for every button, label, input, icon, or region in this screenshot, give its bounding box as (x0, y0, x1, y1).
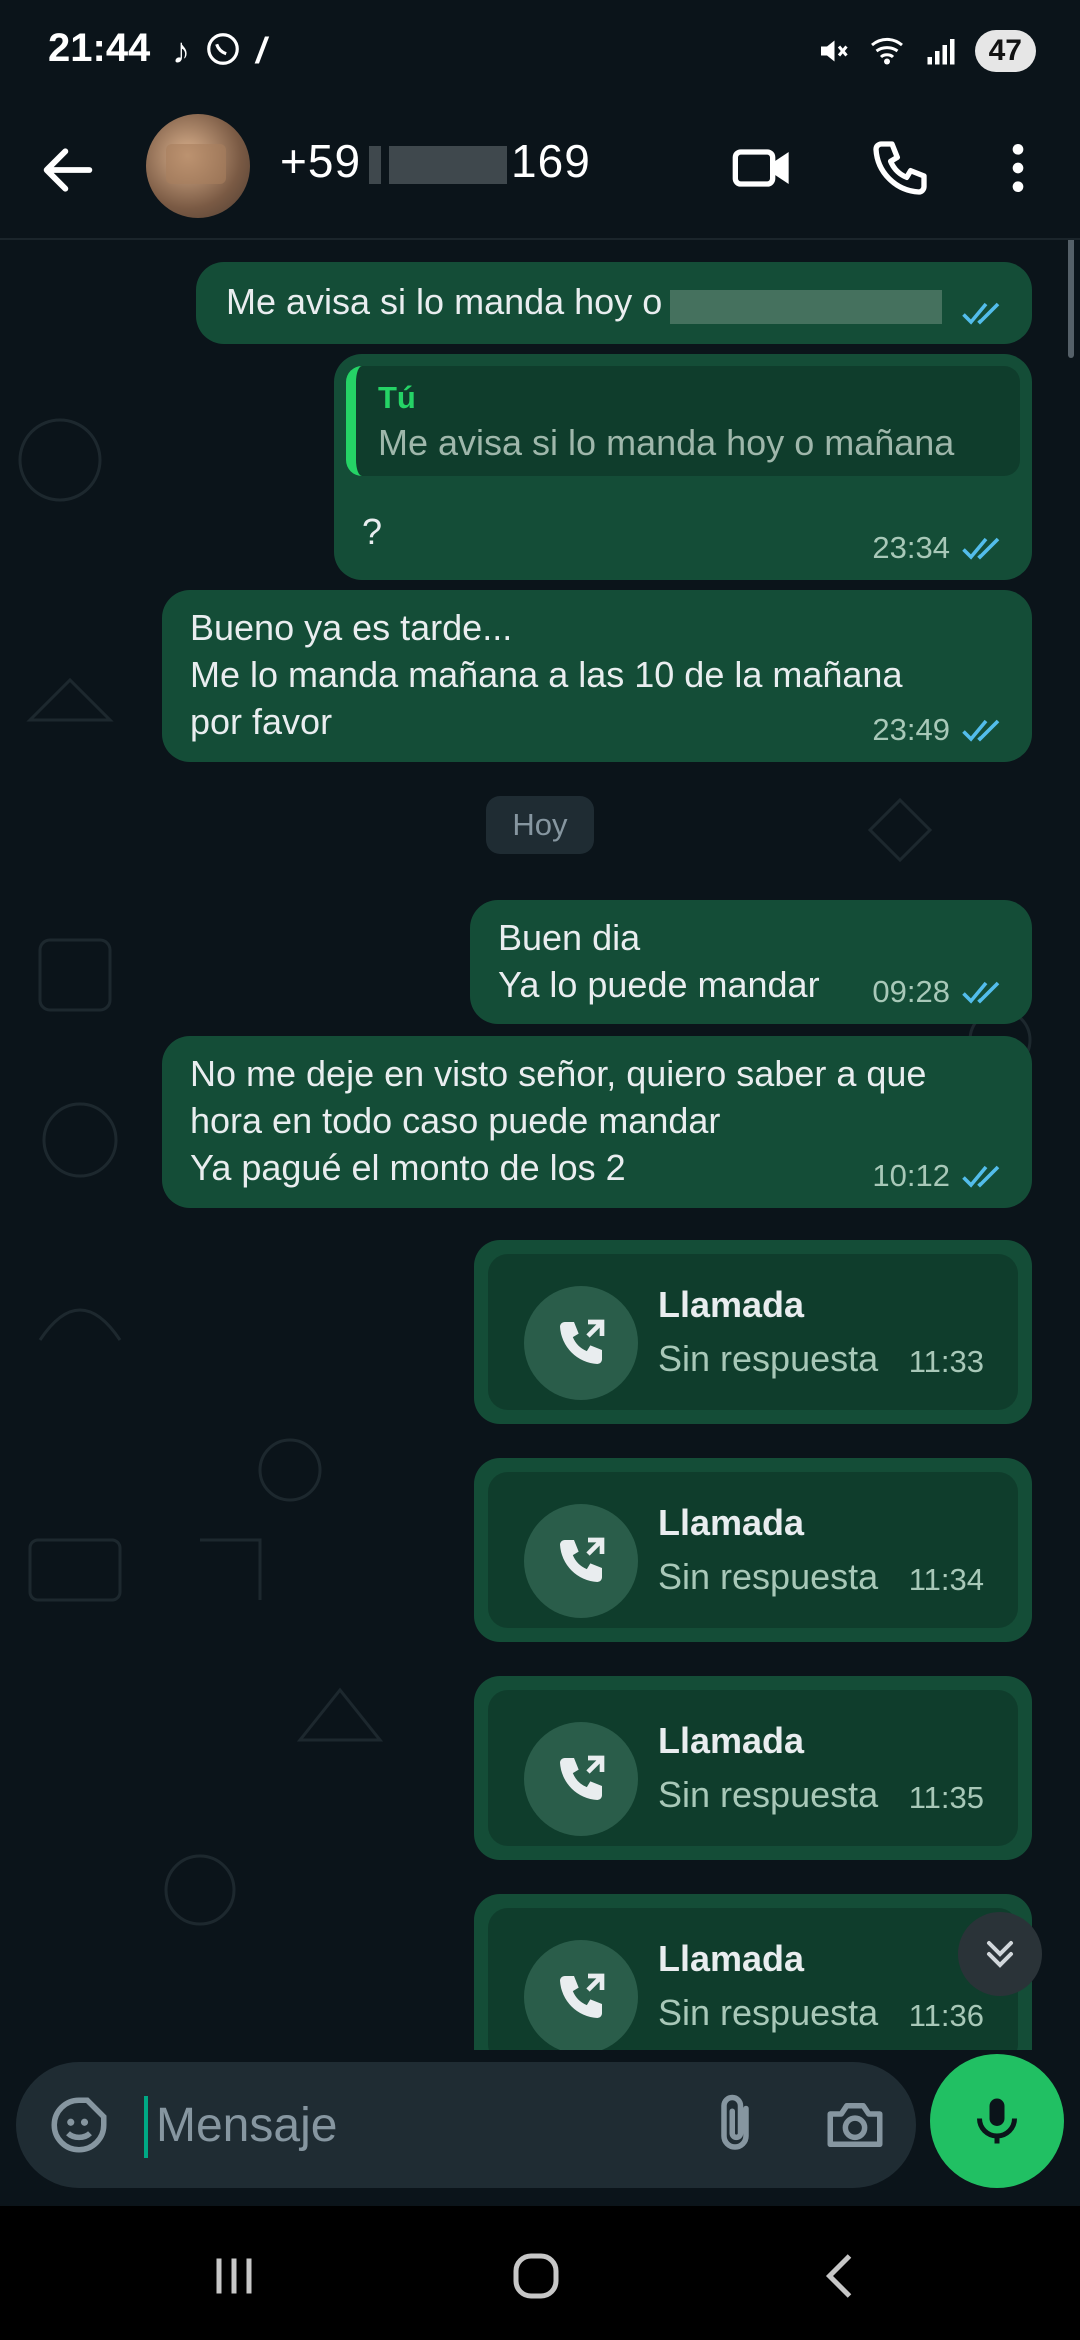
mute-icon (820, 40, 848, 62)
system-nav-bar (0, 2206, 1080, 2340)
message-meta: 23:34 (872, 530, 1006, 566)
more-options-icon[interactable] (986, 136, 1050, 200)
call-time: 11:33 (908, 1344, 984, 1379)
date-separator: Hoy (486, 796, 594, 854)
message-text: Buen dia Ya lo puede mandar (498, 917, 820, 1005)
recent-apps-icon[interactable] (204, 2246, 264, 2306)
message-meta: 09:28 (872, 974, 1006, 1010)
call-title: Llamada (658, 1938, 805, 1979)
message-meta: 23:49 (872, 712, 1006, 748)
message-bubble[interactable]: Tú Me avisa si lo manda hoy o mañana ? 2… (334, 354, 1032, 580)
read-double-check-icon (962, 537, 1000, 560)
call-card-inner: Llamada Sin respuesta 11:33 (488, 1254, 1018, 1410)
call-title: Llamada (658, 1284, 805, 1325)
call-icon-circle (524, 1722, 638, 1836)
signal-icon (927, 39, 955, 65)
status-right: 47 (815, 30, 1036, 72)
message-text: Bueno ya es tarde... Me lo manda mañana … (190, 607, 903, 742)
wifi-icon (870, 37, 903, 65)
call-title: Llamada (658, 1502, 805, 1543)
quoted-message[interactable]: Tú Me avisa si lo manda hoy o mañana (346, 366, 1020, 476)
missed-call-card[interactable]: Llamada Sin respuesta 11:34 (474, 1458, 1032, 1642)
call-status: Sin respuesta (658, 1992, 879, 2033)
battery-level: 47 (974, 30, 1036, 72)
scrollbar[interactable] (1068, 240, 1074, 358)
microphone-icon (977, 2098, 1017, 2144)
redacted-mask (369, 145, 382, 184)
call-time: 11:34 (908, 1562, 984, 1597)
read-double-check-icon (962, 1165, 1000, 1188)
message-bubble[interactable]: Bueno ya es tarde... Me lo manda mañana … (162, 590, 1032, 762)
call-card-inner: Llamada Sin respuesta 11:34 (488, 1472, 1018, 1628)
message-time: 23:49 (872, 712, 950, 747)
call-time: 11:35 (908, 1780, 984, 1815)
message-bubble[interactable]: Buen dia Ya lo puede mandar 09:28 (470, 900, 1032, 1024)
message-bubble[interactable]: Me avisa si lo manda hoy o (196, 262, 1032, 344)
call-icon-circle (524, 1286, 638, 1400)
call-icon-circle (524, 1940, 638, 2050)
chat-area[interactable]: Me avisa si lo manda hoy o Tú Me avisa s… (0, 240, 1080, 2050)
call-status: Sin respuesta (658, 1556, 879, 1597)
message-text: ? (362, 511, 383, 552)
tiktok-icon: ♪ (172, 30, 190, 71)
message-time: 10:12 (872, 1158, 950, 1193)
microphone-button[interactable] (930, 2054, 1064, 2188)
quote-text: Me avisa si lo manda hoy o mañana (378, 422, 955, 463)
message-meta (960, 298, 1006, 328)
redacted-mask (389, 145, 508, 184)
message-time: 09:28 (872, 974, 950, 1009)
read-double-check-icon (962, 302, 1000, 325)
voice-call-icon[interactable] (868, 136, 932, 200)
call-icon-circle (524, 1504, 638, 1618)
home-icon[interactable] (506, 2246, 566, 2306)
call-status: Sin respuesta (658, 1338, 879, 1379)
read-double-check-icon (962, 981, 1000, 1004)
double-chevron-down-icon (986, 1940, 1014, 1968)
call-status: Sin respuesta (658, 1774, 879, 1815)
input-bar: Mensaje (0, 2052, 1080, 2202)
chat-header: +59 169 (0, 100, 1080, 240)
emoji-sticker-icon[interactable] (46, 2092, 112, 2158)
status-bar: 21:44 ♪ / 47 (0, 0, 1080, 100)
whatsapp-icon (204, 30, 242, 77)
attach-paperclip-icon[interactable] (702, 2092, 768, 2158)
message-input-container[interactable]: Mensaje (16, 2062, 916, 2188)
message-meta: 10:12 (872, 1158, 1006, 1194)
contact-name[interactable]: +59 169 (280, 134, 591, 188)
back-arrow-icon[interactable] (36, 138, 100, 202)
outgoing-call-icon (560, 1973, 605, 2018)
contact-avatar[interactable] (146, 114, 250, 218)
yape-icon: / (256, 30, 267, 71)
read-double-check-icon (962, 719, 1000, 742)
text-cursor (144, 2096, 148, 2158)
back-nav-icon[interactable] (812, 2246, 872, 2306)
status-time: 21:44 (48, 26, 151, 70)
call-time: 11:36 (908, 1998, 984, 2033)
call-card-inner: Llamada Sin respuesta 11:35 (488, 1690, 1018, 1846)
video-call-icon[interactable] (730, 136, 794, 200)
message-text: No me deje en visto señor, quiero saber … (190, 1053, 927, 1188)
message-input[interactable]: Mensaje (156, 2098, 337, 2153)
call-title: Llamada (658, 1720, 805, 1761)
scroll-to-bottom-button[interactable] (958, 1912, 1042, 1996)
contact-suffix: 169 (511, 135, 591, 187)
message-time: 23:34 (872, 530, 950, 565)
message-text: Me avisa si lo manda hoy o (226, 281, 663, 322)
call-card-inner: Llamada Sin respuesta 11:36 (488, 1908, 1018, 2050)
message-bubble[interactable]: No me deje en visto señor, quiero saber … (162, 1036, 1032, 1208)
contact-prefix: +59 (280, 135, 362, 187)
status-app-icons: ♪ / (172, 30, 266, 77)
outgoing-call-icon (560, 1537, 605, 1582)
missed-call-card[interactable]: Llamada Sin respuesta 11:33 (474, 1240, 1032, 1424)
quote-author: Tú (378, 380, 416, 415)
missed-call-card[interactable]: Llamada Sin respuesta 11:36 (474, 1894, 1032, 2050)
outgoing-call-icon (560, 1755, 605, 1800)
outgoing-call-icon (560, 1319, 605, 1364)
redacted-mask (670, 290, 942, 324)
missed-call-card[interactable]: Llamada Sin respuesta 11:35 (474, 1676, 1032, 1860)
camera-icon[interactable] (822, 2092, 888, 2158)
